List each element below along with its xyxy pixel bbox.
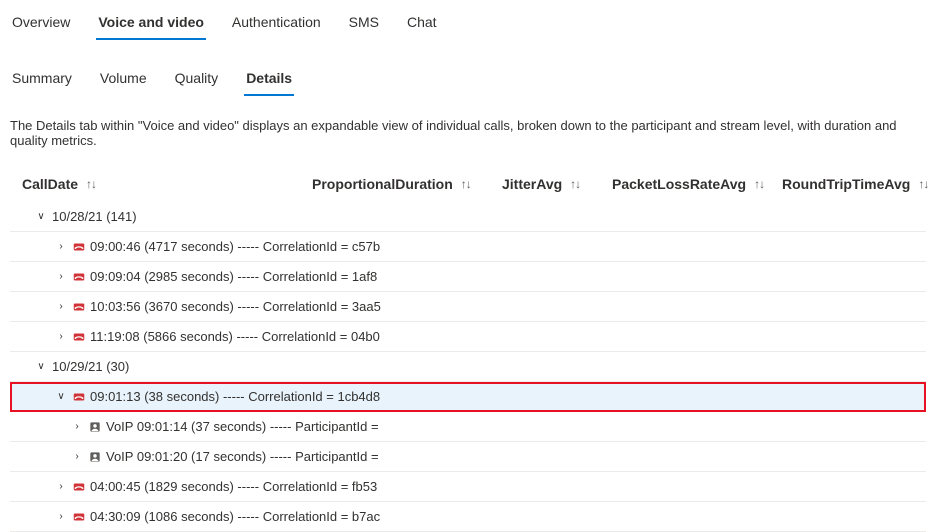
phone-icon bbox=[72, 330, 86, 344]
call-row[interactable]: › 09:09:04 (2985 seconds) ----- Correlati… bbox=[10, 262, 926, 292]
row-label: VoIP 09:01:14 (37 seconds) ----- Partici… bbox=[106, 419, 379, 434]
participant-row[interactable]: › VoIP 09:01:20 (17 seconds) ----- Partic… bbox=[10, 442, 926, 472]
sort-icon[interactable]: ↑↓ bbox=[754, 177, 764, 191]
subtab-summary[interactable]: Summary bbox=[10, 64, 74, 96]
date-group-row[interactable]: ∨ 10/29/21 (30) bbox=[10, 352, 926, 382]
chevron-right-icon[interactable]: › bbox=[54, 331, 68, 342]
phone-icon bbox=[72, 240, 86, 254]
table-body: ∨ 10/28/21 (141) › 09:00:46 (4717 seconds) … bbox=[10, 202, 926, 532]
col-label: CallDate bbox=[22, 176, 78, 192]
chevron-right-icon[interactable]: › bbox=[54, 511, 68, 522]
subtab-volume[interactable]: Volume bbox=[98, 64, 149, 96]
phone-icon bbox=[72, 390, 86, 404]
call-row[interactable]: ∨ 09:01:13 (38 seconds) ----- Correlation… bbox=[10, 382, 926, 412]
row-label: 11:19:08 (5866 seconds) ----- Correlatio… bbox=[90, 329, 380, 344]
chevron-right-icon[interactable]: › bbox=[70, 421, 84, 432]
participant-row[interactable]: › VoIP 09:01:14 (37 seconds) ----- Partic… bbox=[10, 412, 926, 442]
chevron-down-icon[interactable]: ∨ bbox=[54, 391, 68, 402]
chevron-down-icon[interactable]: ∨ bbox=[34, 211, 48, 222]
phone-icon bbox=[72, 270, 86, 284]
row-label: VoIP 09:01:20 (17 seconds) ----- Partici… bbox=[106, 449, 379, 464]
row-label: 10/28/21 (141) bbox=[52, 209, 137, 224]
call-row[interactable]: › 09:00:46 (4717 seconds) ----- Correlati… bbox=[10, 232, 926, 262]
col-header-calldate[interactable]: CallDate ↑↓ bbox=[22, 176, 312, 192]
phone-icon bbox=[72, 480, 86, 494]
person-icon bbox=[88, 450, 102, 464]
row-label: 09:00:46 (4717 seconds) ----- Correlatio… bbox=[90, 239, 380, 254]
chevron-right-icon[interactable]: › bbox=[54, 241, 68, 252]
col-header-roundtriptimeavg[interactable]: RoundTripTimeAvg ↑↓ bbox=[782, 176, 932, 192]
chevron-right-icon[interactable]: › bbox=[54, 301, 68, 312]
description: The Details tab within "Voice and video"… bbox=[10, 118, 926, 148]
sort-icon[interactable]: ↑↓ bbox=[918, 177, 928, 191]
chevron-right-icon[interactable]: › bbox=[54, 481, 68, 492]
col-header-proportionalduration[interactable]: ProportionalDuration ↑↓ bbox=[312, 176, 502, 192]
row-label: 10:03:56 (3670 seconds) ----- Correlatio… bbox=[90, 299, 381, 314]
tab-sms[interactable]: SMS bbox=[347, 8, 381, 40]
chevron-right-icon[interactable]: › bbox=[70, 451, 84, 462]
primary-tabs: Overview Voice and video Authentication SMS… bbox=[10, 8, 926, 40]
row-label: 09:01:13 (38 seconds) ----- CorrelationI… bbox=[90, 389, 380, 404]
call-row[interactable]: › 04:00:45 (1829 seconds) ----- Correlati… bbox=[10, 472, 926, 502]
row-label: 10/29/21 (30) bbox=[52, 359, 129, 374]
col-label: PacketLossRateAvg bbox=[612, 176, 746, 192]
tab-voice-and-video[interactable]: Voice and video bbox=[96, 8, 206, 40]
chevron-right-icon[interactable]: › bbox=[54, 271, 68, 282]
person-icon bbox=[88, 420, 102, 434]
col-label: ProportionalDuration bbox=[312, 176, 453, 192]
date-group-row[interactable]: ∨ 10/28/21 (141) bbox=[10, 202, 926, 232]
phone-icon bbox=[72, 510, 86, 524]
tab-authentication[interactable]: Authentication bbox=[230, 8, 323, 40]
sort-icon[interactable]: ↑↓ bbox=[461, 177, 471, 191]
table-header: CallDate ↑↓ ProportionalDuration ↑↓ Jitt… bbox=[10, 166, 926, 202]
row-label: 04:30:09 (1086 seconds) ----- Correlatio… bbox=[90, 509, 380, 524]
call-row[interactable]: › 11:19:08 (5866 seconds) ----- Correlati… bbox=[10, 322, 926, 352]
subtab-quality[interactable]: Quality bbox=[173, 64, 221, 96]
call-row[interactable]: › 10:03:56 (3670 seconds) ----- Correlati… bbox=[10, 292, 926, 322]
secondary-tabs: Summary Volume Quality Details bbox=[10, 64, 926, 96]
col-header-jitteravg[interactable]: JitterAvg ↑↓ bbox=[502, 176, 612, 192]
call-row[interactable]: › 04:30:09 (1086 seconds) ----- Correlati… bbox=[10, 502, 926, 532]
phone-icon bbox=[72, 300, 86, 314]
tab-overview[interactable]: Overview bbox=[10, 8, 72, 40]
chevron-down-icon[interactable]: ∨ bbox=[34, 361, 48, 372]
col-header-packetlossrateavg[interactable]: PacketLossRateAvg ↑↓ bbox=[612, 176, 782, 192]
col-label: JitterAvg bbox=[502, 176, 562, 192]
sort-icon[interactable]: ↑↓ bbox=[86, 177, 96, 191]
subtab-details[interactable]: Details bbox=[244, 64, 294, 96]
sort-icon[interactable]: ↑↓ bbox=[570, 177, 580, 191]
col-label: RoundTripTimeAvg bbox=[782, 176, 910, 192]
tab-chat[interactable]: Chat bbox=[405, 8, 439, 40]
row-label: 09:09:04 (2985 seconds) ----- Correlatio… bbox=[90, 269, 377, 284]
row-label: 04:00:45 (1829 seconds) ----- Correlatio… bbox=[90, 479, 377, 494]
